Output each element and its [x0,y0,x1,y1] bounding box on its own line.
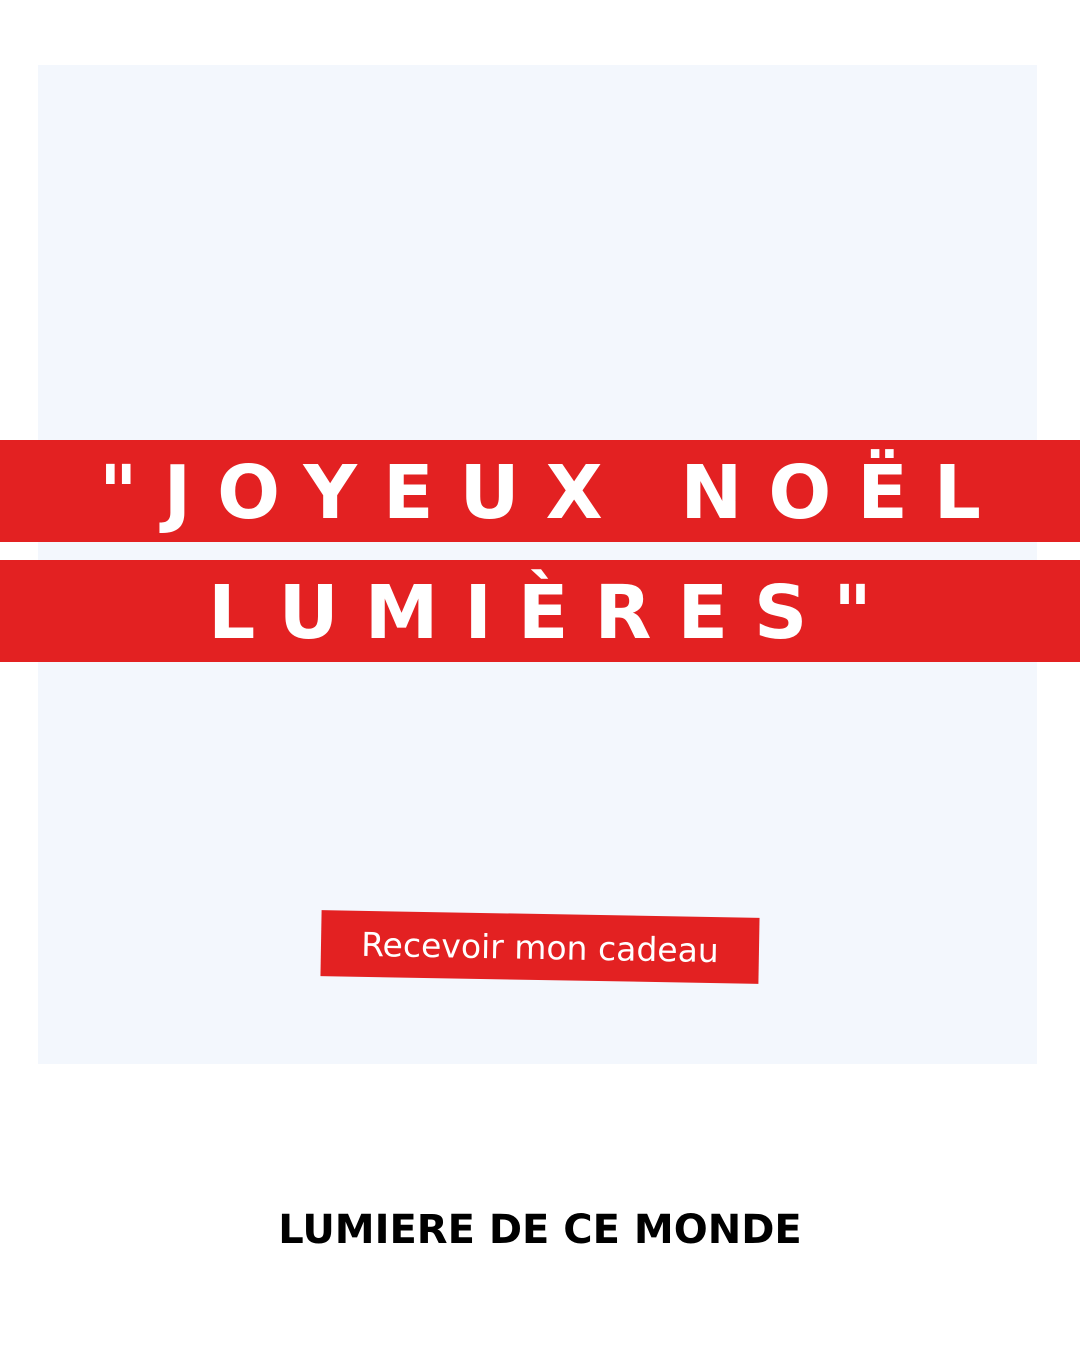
headline-line-1: "JOYEUX NOËL [99,450,1007,536]
receive-gift-button-label: Recevoir mon cadeau [360,924,720,970]
headline-band-2: LUMIÈRES" [0,560,1080,662]
headline-band-1: "JOYEUX NOËL [0,440,1080,542]
receive-gift-button[interactable]: Recevoir mon cadeau [320,910,760,984]
headline-line-2: LUMIÈRES" [208,570,898,656]
brand-name: LUMIERE DE CE MONDE [278,1207,802,1253]
